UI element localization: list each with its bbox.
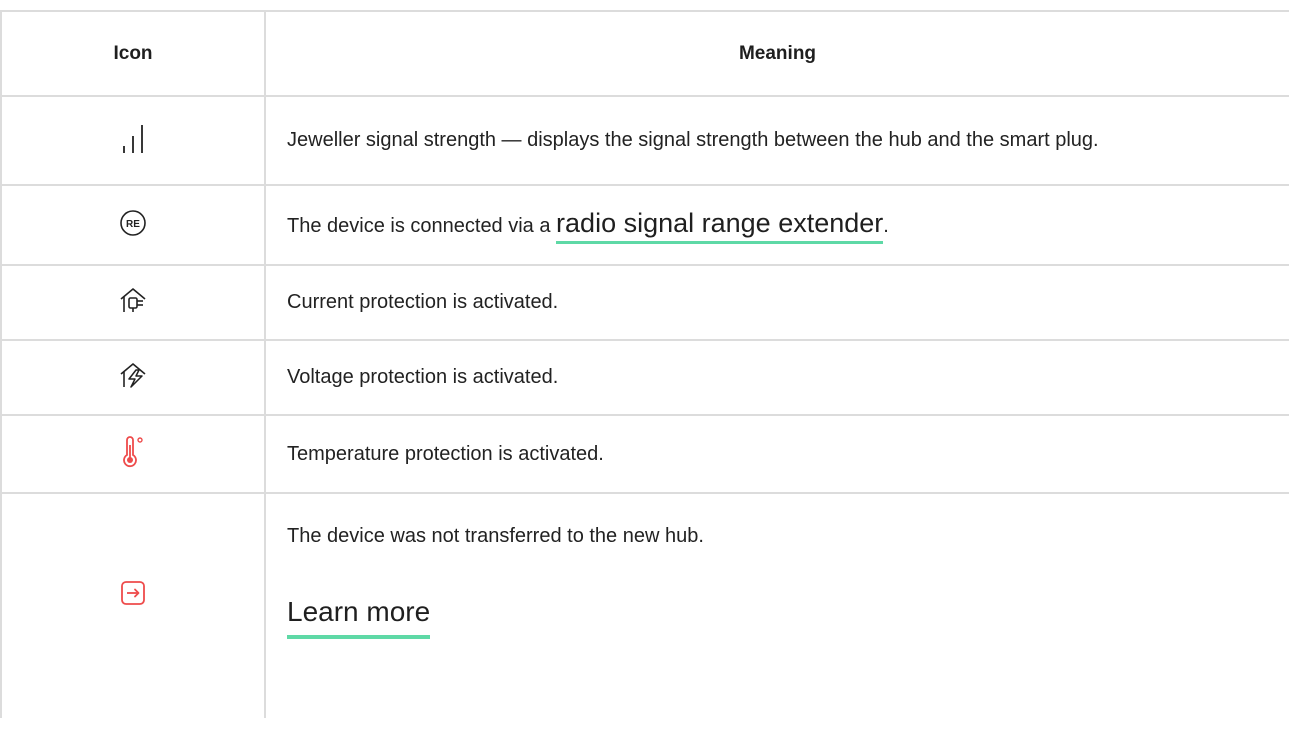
icon-cell: [0, 95, 266, 186]
meaning-cell: Temperature protection is activated.: [264, 414, 1289, 494]
table-header-row: Icon Meaning: [0, 10, 1289, 97]
icon-cell: [0, 264, 266, 341]
meaning-cell: Current protection is activated.: [264, 264, 1289, 341]
table-row: Current protection is activated.: [0, 264, 1289, 341]
re-description-prefix: The device is connected via a: [287, 215, 557, 237]
icon-legend-table: Icon Meaning Jeweller signal strength — …: [0, 10, 1289, 718]
table-row: RE The device is connected via a radio s…: [0, 184, 1289, 266]
not-transferred-description: The device was not transferred to the ne…: [287, 525, 704, 547]
signal-strength-description: Jeweller signal strength — displays the …: [287, 129, 1099, 151]
icon-cell: [0, 414, 266, 494]
table-row: The device was not transferred to the ne…: [0, 492, 1289, 718]
re-description-suffix: .: [883, 215, 889, 237]
range-extender-link[interactable]: radio signal range extender: [556, 208, 884, 244]
meaning-cell: Jeweller signal strength — displays the …: [264, 95, 1289, 186]
voltage-protection-description: Voltage protection is activated.: [287, 366, 559, 388]
icon-cell: RE: [0, 184, 266, 266]
icon-cell: [0, 339, 266, 416]
voltage-protection-icon: [118, 360, 148, 395]
meaning-column-header: Meaning: [264, 10, 1289, 97]
table-row: Jeweller signal strength — displays the …: [0, 95, 1289, 186]
temperature-protection-description: Temperature protection is activated.: [287, 442, 604, 465]
meaning-cell: The device is connected via a radio sign…: [264, 184, 1289, 266]
icon-cell: [0, 492, 266, 718]
not-transferred-icon: [120, 580, 146, 611]
table-row: Temperature protection is activated.: [0, 414, 1289, 494]
icon-column-header: Icon: [0, 10, 266, 97]
meaning-cell: The device was not transferred to the ne…: [264, 492, 1289, 718]
range-extender-icon: RE: [119, 209, 147, 242]
svg-text:RE: RE: [126, 219, 140, 230]
signal-strength-icon: [118, 122, 148, 159]
current-protection-description: Current protection is activated.: [287, 291, 559, 313]
temperature-protection-icon: [121, 435, 145, 473]
learn-more-link[interactable]: Learn more: [287, 595, 431, 639]
table-row: Voltage protection is activated.: [0, 339, 1289, 416]
meaning-cell: Voltage protection is activated.: [264, 339, 1289, 416]
current-protection-icon: [118, 285, 148, 320]
